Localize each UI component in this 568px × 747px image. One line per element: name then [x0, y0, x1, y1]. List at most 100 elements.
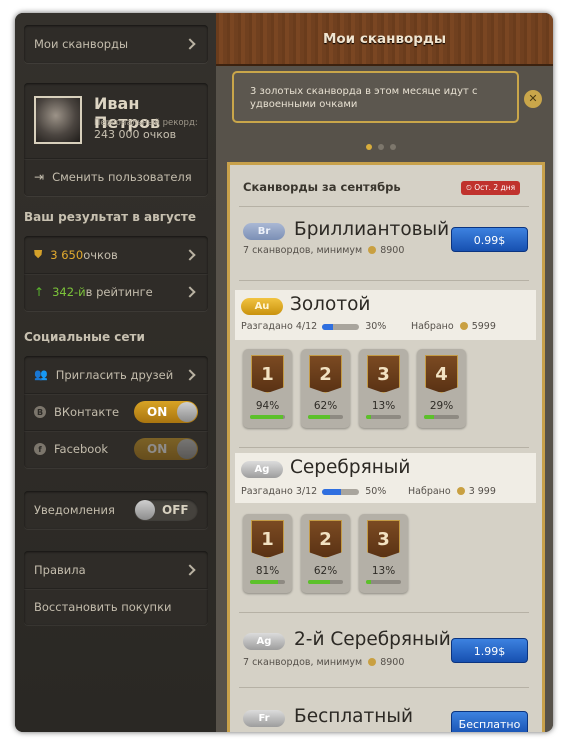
- level-progress: Разгадано 3/12 50%: [241, 486, 386, 497]
- scanword-card[interactable]: 1 81%: [243, 514, 292, 593]
- invite-friends-link[interactable]: 👥 Пригласить друзей: [24, 356, 208, 393]
- pager-dots[interactable]: [366, 144, 396, 150]
- level-badge: Ag: [243, 633, 285, 650]
- divider: [239, 447, 529, 448]
- level-highlight[interactable]: Au Золотой Разгадано 4/12 30% Набрано 5999: [235, 290, 536, 340]
- rules-label: Правила: [34, 562, 86, 577]
- close-icon[interactable]: ✕: [524, 90, 542, 108]
- my-scanwords-label: Мои сканворды: [34, 36, 129, 51]
- level-sub: 7 сканвордов, минимум 8900: [243, 657, 404, 668]
- card-percent: 94%: [255, 400, 280, 412]
- scanword-card[interactable]: 4 29%: [417, 349, 466, 428]
- facebook-toggle[interactable]: ON: [134, 438, 198, 460]
- main-area: Мои сканворды 3 золотых сканворда в этом…: [216, 13, 553, 732]
- card-number: 3: [367, 355, 400, 393]
- card-progress-fill: [250, 415, 283, 419]
- rules-link[interactable]: Правила: [24, 551, 208, 588]
- score-label: Набрано: [408, 486, 451, 497]
- facebook-toggle-label: ON: [147, 442, 168, 456]
- pager-dot[interactable]: [366, 144, 372, 150]
- divider: [239, 206, 529, 207]
- points-row[interactable]: ⛊ 3 650 очков: [24, 236, 208, 273]
- level-progress: Разгадано 4/12 30%: [241, 321, 386, 332]
- facebook-row: f Facebook ON: [24, 430, 208, 467]
- card-progress-fill: [308, 415, 330, 419]
- vk-row: B ВКонтакте ON: [24, 393, 208, 430]
- level-min: 8900: [380, 245, 405, 256]
- level-badge: Fr: [243, 710, 285, 727]
- coin-icon: [459, 322, 468, 330]
- toggle-knob: [135, 499, 155, 520]
- card-progress-bar: [250, 580, 285, 584]
- shield-icon: ⛊: [34, 247, 43, 261]
- divider: [239, 612, 529, 613]
- level-title: 2-й Серебряный: [294, 629, 451, 650]
- misc-panel: Правила Восстановить покупки: [24, 551, 208, 625]
- solved-pct: 50%: [365, 486, 387, 497]
- vk-icon: B: [34, 406, 46, 418]
- result-title: Ваш результат в августе: [24, 210, 197, 224]
- card-number: 4: [425, 355, 458, 393]
- card-number: 1: [251, 520, 284, 558]
- scanword-card[interactable]: 3 13%: [359, 514, 408, 593]
- restore-purchases-link[interactable]: Восстановить покупки: [24, 588, 208, 625]
- logout-icon: ⇥: [34, 170, 45, 184]
- level-score: Набрано 3 999: [408, 486, 496, 497]
- rating-row[interactable]: ↑ 342-й в рейтинге: [24, 273, 208, 310]
- people-icon: 👥: [34, 368, 48, 381]
- pager-dot[interactable]: [378, 144, 384, 150]
- my-scanwords-link[interactable]: Мои сканворды: [24, 25, 208, 62]
- vk-toggle[interactable]: ON: [134, 401, 198, 423]
- card-progress-bar: [250, 415, 285, 419]
- points-unit: очков: [83, 247, 118, 262]
- notifications-row: Уведомления OFF: [24, 491, 208, 528]
- chevron-right-icon: [184, 248, 196, 261]
- chevron-right-icon: [184, 286, 196, 298]
- level-sub-text: 7 сканвордов, минимум: [243, 245, 363, 256]
- restore-label: Восстановить покупки: [34, 600, 172, 614]
- notifications-toggle-label: OFF: [162, 502, 189, 517]
- header-bar: Мои сканворды: [216, 13, 553, 66]
- progress-bar: [322, 324, 360, 330]
- score-value: 5999: [471, 321, 496, 332]
- card-progress-fill: [308, 580, 330, 584]
- card-progress-bar: [366, 580, 401, 584]
- app-window: Мои сканворды Иван Петров Персональный р…: [15, 13, 553, 732]
- card-percent: 29%: [429, 400, 454, 412]
- vk-toggle-label: ON: [147, 405, 168, 419]
- progress-bar: [322, 489, 360, 495]
- scanword-card[interactable]: 3 13%: [359, 349, 408, 428]
- notifications-toggle[interactable]: OFF: [134, 498, 198, 521]
- level-title: Бриллиантовый: [294, 219, 450, 240]
- card-progress-fill: [366, 415, 371, 419]
- score-label: Набрано: [411, 321, 454, 332]
- solved-label: Разгадано 4/12: [241, 321, 318, 332]
- arrow-up-icon: ↑: [34, 285, 45, 299]
- chevron-right-icon: [184, 368, 196, 381]
- card-number: 3: [367, 520, 400, 558]
- scanword-card[interactable]: 2 62%: [301, 349, 350, 428]
- level-highlight[interactable]: Ag Серебряный Разгадано 3/12 50% Набрано 3…: [235, 453, 536, 503]
- pager-dot[interactable]: [390, 144, 396, 150]
- buy-button[interactable]: 1.99$: [451, 638, 528, 663]
- card-percent: 62%: [313, 565, 338, 577]
- switch-user-button[interactable]: ⇥ Сменить пользователя: [24, 158, 208, 195]
- divider: [239, 687, 529, 688]
- level-title: Серебряный: [290, 457, 411, 478]
- card-percent: 81%: [255, 565, 280, 577]
- social-title: Социальные сети: [24, 330, 145, 344]
- avatar: [34, 96, 82, 144]
- switch-user-label: Сменить пользователя: [52, 170, 192, 184]
- notifications-panel: Уведомления OFF: [24, 491, 208, 529]
- scanword-card[interactable]: 1 94%: [243, 349, 292, 428]
- progress-fill: [322, 324, 334, 330]
- scanword-card[interactable]: 2 62%: [301, 514, 350, 593]
- toggle-knob: [177, 439, 197, 459]
- card-number: 1: [251, 355, 284, 393]
- free-button[interactable]: Бесплатно: [451, 711, 528, 732]
- result-panel: ⛊ 3 650 очков ↑ 342-й в рейтинге: [24, 236, 208, 311]
- card-progress-bar: [308, 415, 343, 419]
- level-score: Набрано 5999: [411, 321, 496, 332]
- buy-button[interactable]: 0.99$: [451, 227, 528, 252]
- panel-title: Сканворды за сентябрь: [243, 180, 401, 194]
